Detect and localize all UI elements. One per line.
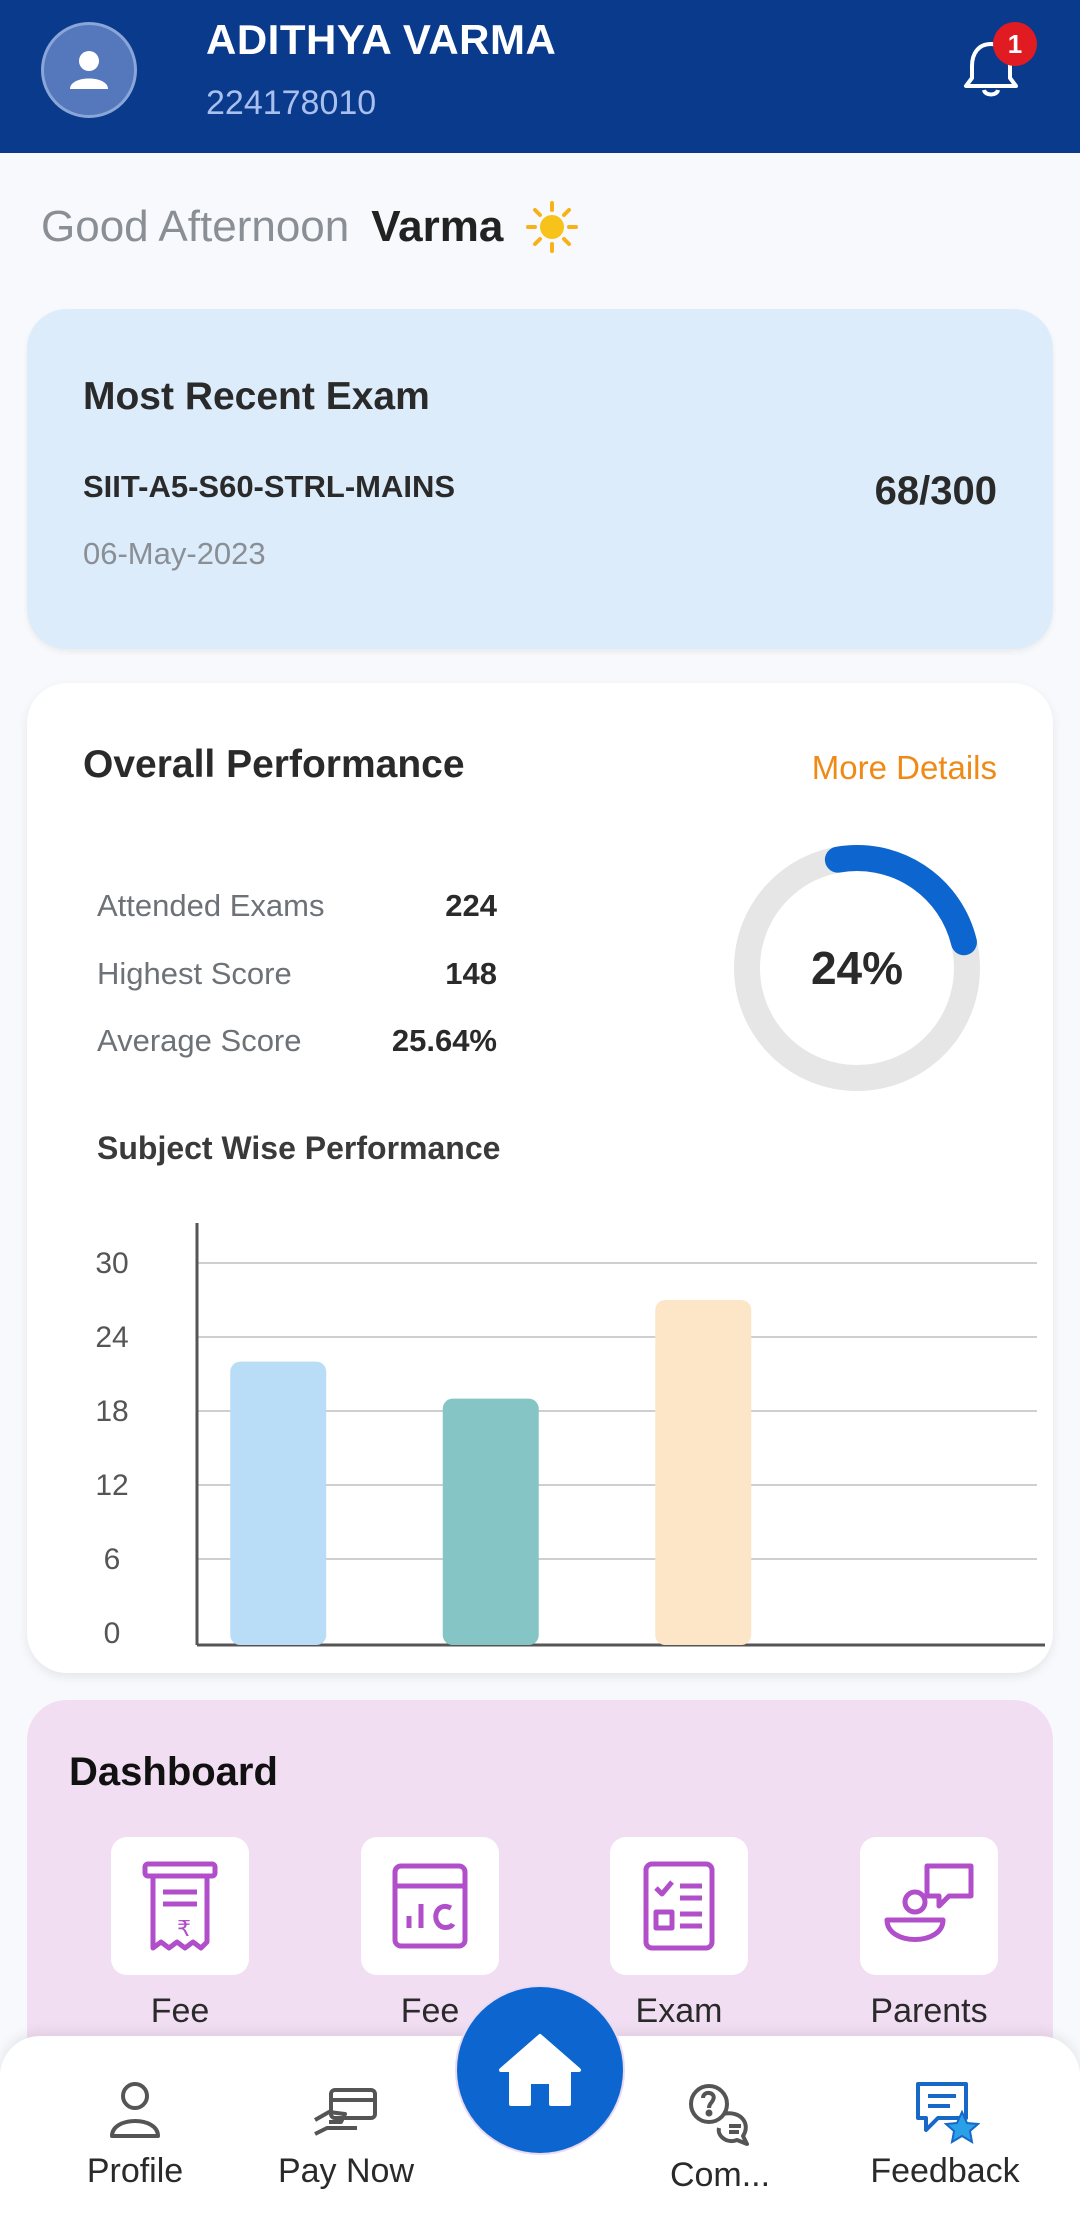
stats-list: Attended Exams 224 Highest Score 148 Ave… bbox=[27, 683, 497, 1058]
more-details-link[interactable]: More Details bbox=[812, 749, 997, 787]
bar-phy bbox=[442, 1398, 539, 1645]
user-icon bbox=[70, 51, 108, 89]
fee-chart-tile[interactable] bbox=[361, 1837, 499, 1975]
receipt-icon: ₹ bbox=[142, 1861, 218, 1951]
feedback-icon bbox=[916, 2082, 980, 2144]
app-header: ADITHYA VARMA 224178010 1 bbox=[0, 0, 1080, 153]
nav-label: Pay Now bbox=[277, 2152, 415, 2190]
greeting-prefix: Good Afternoon bbox=[41, 202, 350, 251]
checklist-icon bbox=[643, 1861, 715, 1951]
sun-icon bbox=[526, 201, 579, 253]
fee-receipt-tile[interactable]: ₹ bbox=[111, 1837, 249, 1975]
bar-mat bbox=[230, 1361, 327, 1645]
stat-label: Average Score bbox=[97, 1023, 302, 1058]
stat-label: Attended Exams bbox=[97, 888, 325, 923]
tile-label: Parents bbox=[870, 1992, 988, 2030]
recent-exam-card[interactable]: Most Recent Exam SIIT-A5-S60-STRL-MAINS … bbox=[27, 309, 1053, 649]
avatar[interactable] bbox=[41, 22, 137, 118]
nav-feedback[interactable]: Feedback bbox=[845, 2076, 1045, 2191]
subject-bar-chart: 0612182430MATPHYCHEENG bbox=[95, 1223, 1045, 1650]
user-id: 224178010 bbox=[206, 84, 377, 122]
donut-percent-label: 24% bbox=[810, 942, 904, 994]
nav-pay-now[interactable]: Pay Now bbox=[246, 2076, 446, 2191]
home-icon bbox=[499, 2034, 581, 2106]
y-tick-label: 18 bbox=[95, 1395, 128, 1428]
parents-tile[interactable] bbox=[860, 1837, 998, 1975]
nav-label: Feedback bbox=[870, 2152, 1020, 2190]
dashboard-title: Dashboard bbox=[69, 1750, 278, 1794]
exam-tile[interactable] bbox=[610, 1837, 748, 1975]
y-tick-label: 6 bbox=[104, 1543, 121, 1576]
nav-label: Profile bbox=[86, 2152, 184, 2190]
y-tick-label: 24 bbox=[95, 1321, 128, 1354]
exam-score: 68/300 bbox=[874, 469, 997, 513]
home-button[interactable] bbox=[455, 1985, 625, 2155]
fee-chart-icon bbox=[392, 1863, 468, 1949]
y-tick-label: 0 bbox=[104, 1617, 121, 1650]
nav-profile[interactable]: Profile bbox=[35, 2076, 235, 2191]
greeting-name: Varma bbox=[371, 202, 504, 251]
exam-date: 06-May-2023 bbox=[83, 536, 266, 571]
performance-card: Overall Performance More Details Attende… bbox=[27, 683, 1053, 1673]
exam-code: SIIT-A5-S60-STRL-MAINS bbox=[83, 469, 456, 504]
svg-text:₹: ₹ bbox=[177, 1917, 191, 1942]
bar-che bbox=[655, 1300, 752, 1645]
tile-label: Fee bbox=[150, 1992, 210, 2030]
greeting: Good Afternoon Varma bbox=[41, 200, 579, 254]
user-name: ADITHYA VARMA bbox=[206, 16, 557, 63]
parents-chat-icon bbox=[884, 1863, 974, 1942]
nav-comments[interactable]: Com... bbox=[620, 2080, 820, 2195]
y-tick-label: 30 bbox=[95, 1247, 128, 1280]
chart-title: Subject Wise Performance bbox=[97, 1130, 501, 1166]
comments-icon bbox=[689, 2084, 749, 2146]
home-button-inner[interactable] bbox=[457, 1987, 623, 2153]
stat-value: 224 bbox=[445, 888, 497, 923]
stat-label: Highest Score bbox=[97, 956, 292, 991]
profile-icon bbox=[110, 2082, 160, 2138]
recent-exam-title: Most Recent Exam bbox=[83, 375, 430, 418]
y-tick-label: 12 bbox=[95, 1469, 128, 1502]
card-payment-icon bbox=[314, 2088, 377, 2136]
stat-value: 148 bbox=[445, 956, 497, 991]
stat-value: 25.64% bbox=[391, 1023, 497, 1058]
nav-label: Com... bbox=[669, 2156, 771, 2194]
notification-badge: 1 bbox=[993, 22, 1037, 66]
